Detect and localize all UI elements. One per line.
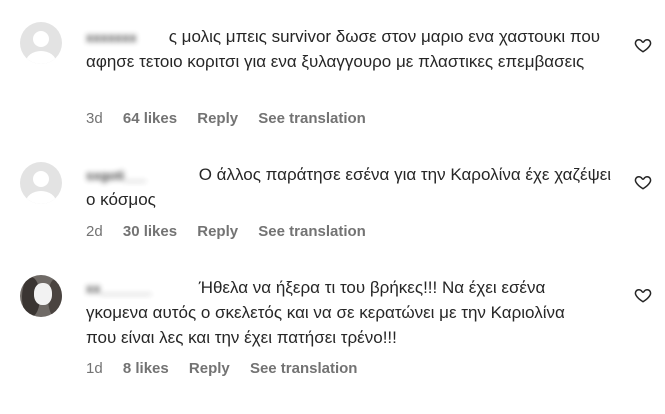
likes-count[interactable]: 30 likes <box>123 223 177 240</box>
heart-icon[interactable] <box>634 173 652 191</box>
comment-2: sxgoti___ Ο άλλος παράτησε εσένα για την… <box>0 140 665 255</box>
comment-meta: 1d 8 likes Reply See translation <box>86 359 373 379</box>
comment-time[interactable]: 3d <box>86 110 103 127</box>
comment-3: xx_______ Ήθελα να ήξερα τι του βρήκες!!… <box>0 255 665 400</box>
comment-meta: 3d 64 likes Reply See translation <box>86 109 382 129</box>
comment-text: sxgoti___ Ο άλλος παράτησε εσένα για την… <box>86 162 616 212</box>
reply-button[interactable]: Reply <box>197 110 238 127</box>
avatar[interactable] <box>20 22 62 64</box>
heart-icon[interactable] <box>634 36 652 54</box>
comment-username[interactable]: xxxxxxx <box>86 31 164 45</box>
comment-text: xxxxxxx ς μολις μπεις survivor δωσε στον… <box>86 24 606 74</box>
comment-username[interactable]: xx_______ <box>86 282 194 296</box>
likes-count[interactable]: 8 likes <box>123 360 169 377</box>
comment-meta: 2d 30 likes Reply See translation <box>86 222 382 242</box>
default-avatar-icon <box>33 31 49 47</box>
comment-1: xxxxxxx ς μολις μπεις survivor δωσε στον… <box>0 0 665 140</box>
see-translation-button[interactable]: See translation <box>258 223 366 240</box>
avatar[interactable] <box>20 162 62 204</box>
see-translation-button[interactable]: See translation <box>250 360 358 377</box>
reply-button[interactable]: Reply <box>189 360 230 377</box>
next-comment-username[interactable] <box>86 404 216 414</box>
default-avatar-icon <box>33 171 49 187</box>
comment-text: xx_______ Ήθελα να ήξερα τι του βρήκες!!… <box>86 275 596 350</box>
reply-button[interactable]: Reply <box>197 223 238 240</box>
see-translation-button[interactable]: See translation <box>258 110 366 127</box>
comment-time[interactable]: 2d <box>86 223 103 240</box>
comment-time[interactable]: 1d <box>86 360 103 377</box>
heart-icon[interactable] <box>634 286 652 304</box>
comment-username[interactable]: sxgoti___ <box>86 169 194 183</box>
likes-count[interactable]: 64 likes <box>123 110 177 127</box>
avatar[interactable] <box>20 275 62 317</box>
